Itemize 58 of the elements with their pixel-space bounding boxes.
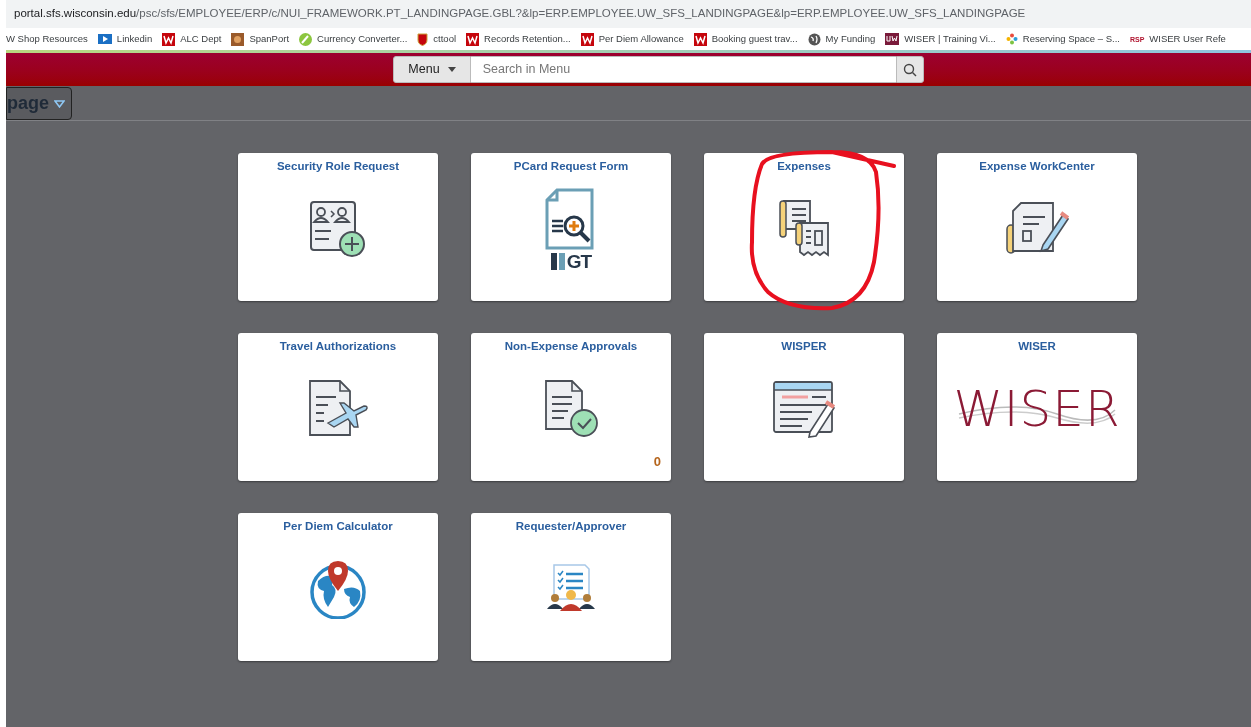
tile-title: WISPER <box>781 339 827 354</box>
tile-title: WISER <box>1018 339 1056 354</box>
wiser-logo: WISER <box>957 382 1117 437</box>
bookmark[interactable]: ALC Dept <box>162 31 222 47</box>
square-logo-icon <box>231 32 245 46</box>
bookmark[interactable]: Linkedin <box>97 31 153 47</box>
address-bar[interactable]: portal.sfs.wisconsin.edu/psc/sfs/EMPLOYEE/ERP/c/NUI_FRAMEWORK.PT_LANDINGPAGE.GBL?&lp=ERP.EMPLOYEE.UW_SFS_LANDINGPAGE&lp=ERP.EMPLOYEE.UW_SFS_LANDINGPAGE <box>6 0 1251 28</box>
count-label: 0 <box>653 452 661 471</box>
tile-title: Expense WorkCenter <box>979 159 1095 174</box>
caret-icon <box>447 67 456 72</box>
tile-title: Requester/Approver <box>515 519 627 534</box>
tile-title: Non-Expense Approvals <box>504 339 638 354</box>
document-check-icon <box>542 379 600 440</box>
globe-pin-icon <box>308 559 368 620</box>
uw-logo-icon <box>885 33 900 45</box>
bookmark[interactable]: Reserving Space – S... <box>1005 31 1120 47</box>
bookmark[interactable]: Records Retention... <box>466 31 571 47</box>
form-pencil-icon <box>772 380 836 439</box>
receipts-icon <box>778 199 830 260</box>
app-tile[interactable]: Travel Authorizations <box>238 333 438 481</box>
tile-title: Per Diem Calculator <box>283 519 393 534</box>
app-tile[interactable]: Expense WorkCenter <box>937 153 1137 301</box>
tile-title: PCard Request Form <box>513 159 629 174</box>
bookmark[interactable]: Currency Converter... <box>299 31 408 47</box>
bookmark[interactable]: SpanPort <box>231 31 290 47</box>
search-icon <box>902 62 917 77</box>
tile-title: Expenses <box>777 159 831 174</box>
video-icon <box>97 34 112 44</box>
tile-title: Travel Authorizations <box>279 339 397 354</box>
w-logo-icon <box>466 32 480 46</box>
bookmark[interactable]: Per Diem Allowance <box>580 31 684 47</box>
app-tile[interactable]: PCard Request Form GT <box>471 153 671 301</box>
w-logo-icon <box>580 32 594 46</box>
bookmark[interactable]: W Shop Resources <box>6 31 88 47</box>
url-path: /psc/sfs/EMPLOYEE/ERP/c/NUI_FRAMEWORK.PT_LANDINGPAGE.GBL?&lp=ERP.EMPLOYEE.UW_SFS_LANDINGPAGE&lp=ERP.EMPLOYEE.UW_SFS_LANDINGPAGE <box>136 6 1026 22</box>
bookmark[interactable]: Booking guest trav... <box>693 31 798 47</box>
crest-icon <box>417 32 429 46</box>
flower-icon <box>1005 33 1018 45</box>
bookmark[interactable]: cttool <box>417 31 457 47</box>
bookmark[interactable]: WISER | Training Vi... <box>885 31 996 47</box>
profile-add-icon <box>309 200 367 259</box>
app-tile[interactable]: WISPER <box>704 333 904 481</box>
bookmark[interactable]: My Funding <box>807 31 876 47</box>
search-field[interactable]: Search in Menu <box>470 56 896 83</box>
w-logo-icon <box>693 32 707 46</box>
app-tile[interactable]: Non-Expense Approvals 0 <box>471 333 671 481</box>
dropdown-icon <box>54 99 65 108</box>
app-tile[interactable]: Security Role Request <box>238 153 438 301</box>
tile-title: Security Role Request <box>276 159 400 174</box>
url-host: portal.sfs.wisconsin.edu <box>14 6 137 22</box>
w-logo-icon <box>162 32 176 46</box>
search-button[interactable] <box>895 56 924 83</box>
app-tile[interactable]: WISER WISER <box>937 333 1137 481</box>
app-tile[interactable]: Requester/Approver <box>471 513 671 661</box>
menu-button[interactable]: Menu <box>393 56 471 83</box>
app-tile[interactable]: Expenses <box>704 153 904 301</box>
app-tile[interactable]: Per Diem Calculator <box>238 513 438 661</box>
leaf-icon <box>299 32 313 46</box>
